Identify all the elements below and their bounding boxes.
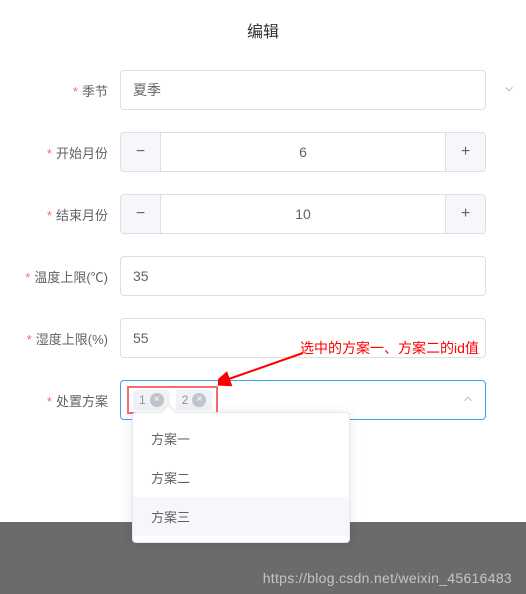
season-select[interactable]: 夏季 (120, 70, 486, 110)
field-end-month: *结束月份 − 10 + (20, 194, 486, 234)
field-temp-limit: *温度上限(℃) 35 (20, 256, 486, 296)
plan-dropdown: 方案一 方案二 方案三 (132, 412, 350, 543)
dropdown-option[interactable]: 方案二 (133, 458, 349, 497)
dropdown-option[interactable]: 方案三 (133, 497, 349, 536)
humidity-limit-value: 55 (133, 330, 149, 346)
dropdown-option[interactable]: 方案一 (133, 419, 349, 458)
page-title: 编辑 (0, 0, 526, 50)
field-start-month: *开始月份 − 6 + (20, 132, 486, 172)
start-month-value[interactable]: 6 (161, 133, 445, 171)
temp-limit-input[interactable]: 35 (120, 256, 486, 296)
close-icon[interactable]: × (192, 393, 206, 407)
chevron-down-icon (502, 82, 516, 99)
temp-limit-label: *温度上限(℃) (20, 267, 120, 286)
tag: 1 × (133, 390, 170, 410)
temp-limit-value: 35 (133, 268, 149, 284)
humidity-limit-input[interactable]: 55 (120, 318, 486, 358)
season-value: 夏季 (133, 80, 161, 100)
end-month-stepper[interactable]: − 10 + (120, 194, 486, 234)
tag: 2 × (176, 390, 213, 410)
edit-form: *季节 夏季 *开始月份 − 6 + *结束月份 − 10 + (0, 50, 526, 420)
chevron-up-icon (461, 392, 475, 409)
field-season: *季节 夏季 (20, 70, 486, 110)
decrement-button[interactable]: − (121, 195, 161, 233)
end-month-value[interactable]: 10 (161, 195, 445, 233)
start-month-label: *开始月份 (20, 143, 120, 162)
increment-button[interactable]: + (445, 195, 485, 233)
field-humidity-limit: *湿度上限(%) 55 (20, 318, 486, 358)
end-month-label: *结束月份 (20, 205, 120, 224)
watermark: https://blog.csdn.net/weixin_45616483 (263, 570, 512, 586)
close-icon[interactable]: × (150, 393, 164, 407)
increment-button[interactable]: + (445, 133, 485, 171)
plan-label: *处置方案 (20, 391, 120, 410)
start-month-stepper[interactable]: − 6 + (120, 132, 486, 172)
humidity-limit-label: *湿度上限(%) (20, 329, 120, 348)
season-label: *季节 (20, 81, 120, 100)
decrement-button[interactable]: − (121, 133, 161, 171)
